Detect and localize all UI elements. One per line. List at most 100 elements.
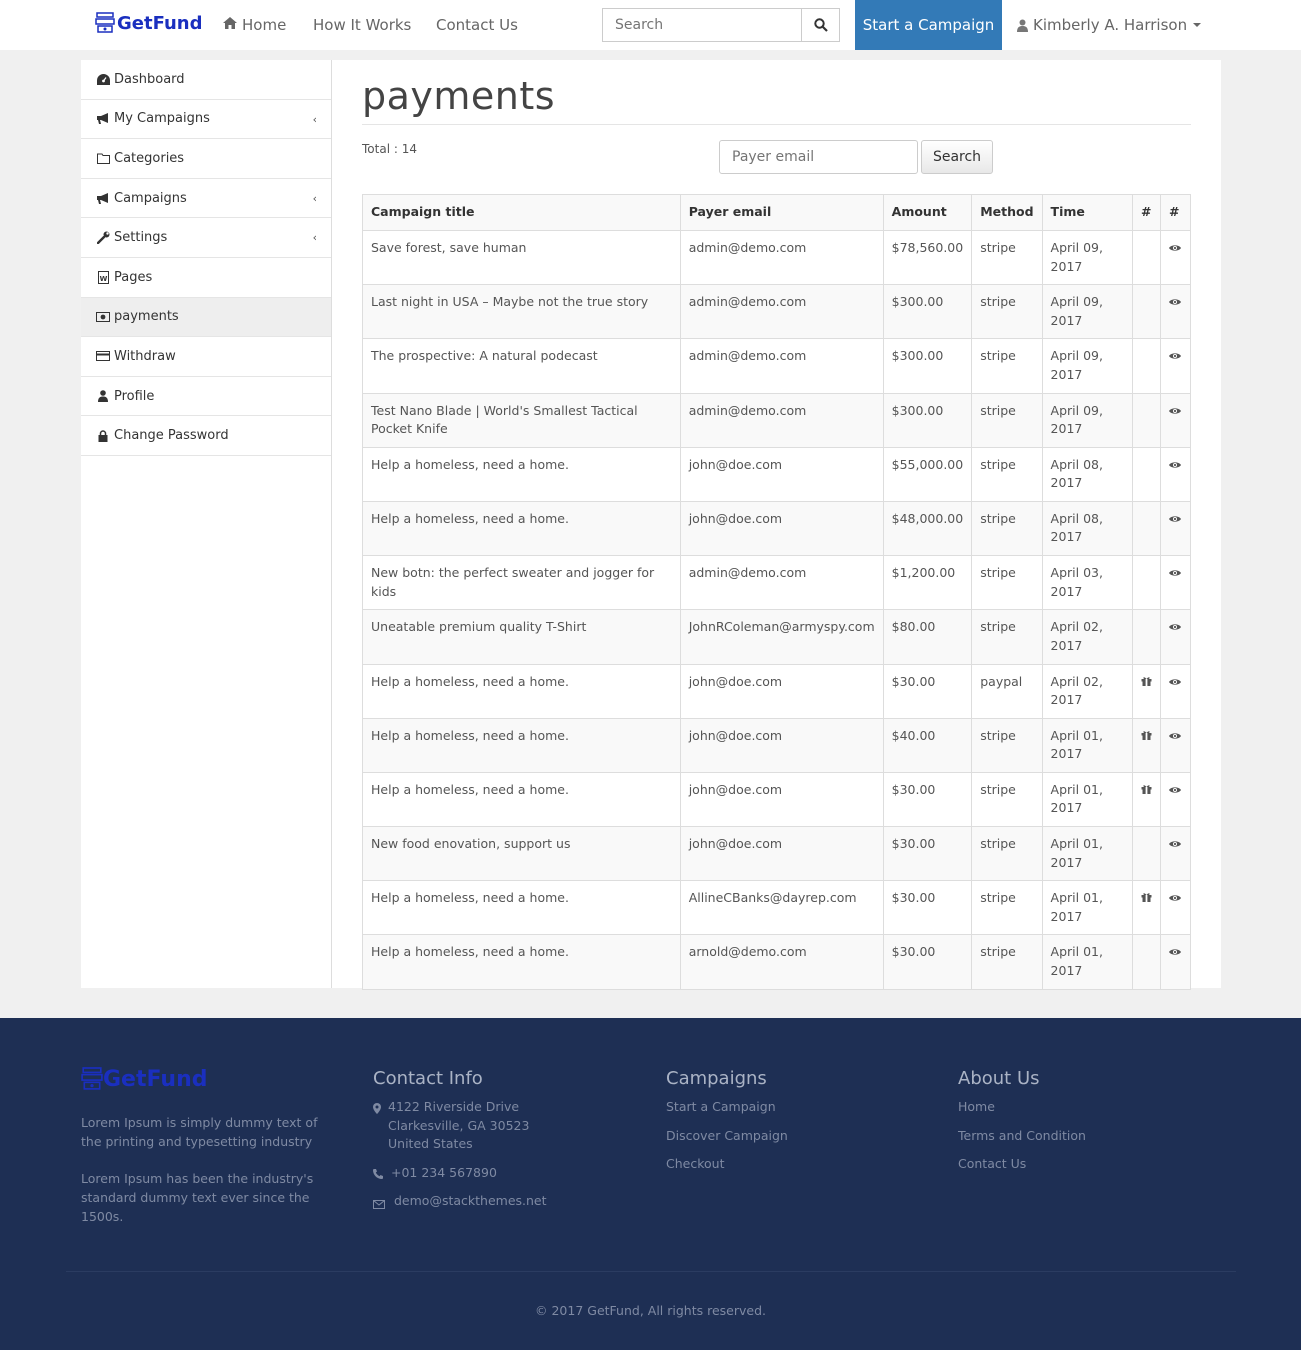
cell-amount: $78,560.00: [882, 229, 973, 286]
table-row: Help a homeless, need a home. john@doe.co…: [362, 717, 1191, 773]
cell-payer-email: admin@demo.com: [679, 338, 884, 394]
search-button[interactable]: [801, 8, 840, 42]
nav-home[interactable]: Home: [223, 16, 286, 34]
eye-icon[interactable]: [1169, 461, 1182, 469]
cell-campaign-title: Help a homeless, need a home.: [362, 934, 681, 990]
cell-reward: [1132, 555, 1162, 611]
cell-reward: [1132, 826, 1162, 882]
cell-time: April 01, 2017: [1041, 826, 1134, 882]
cell-campaign-title: Help a homeless, need a home.: [362, 500, 681, 557]
eye-icon[interactable]: [1169, 786, 1182, 794]
table-row: Help a homeless, need a home. john@doe.co…: [362, 771, 1191, 828]
user-menu[interactable]: Kimberly A. Harrison: [1017, 16, 1202, 34]
footer-about-heading: About Us: [958, 1068, 1040, 1089]
sidebar-item-categories[interactable]: Categories: [81, 139, 331, 179]
sidebar-item-withdraw[interactable]: Withdraw: [81, 337, 331, 377]
phone-icon: [373, 1169, 383, 1182]
sidebar-item-label: Categories: [114, 150, 185, 166]
cell-amount: $48,000.00: [882, 500, 973, 557]
cell-time: April 08, 2017: [1041, 500, 1134, 557]
sidebar-item-dashboard[interactable]: Dashboard: [81, 60, 331, 100]
eye-icon[interactable]: [1169, 298, 1182, 306]
nav-how-it-works-label: How It Works: [313, 16, 412, 34]
brand-logo[interactable]: GetFund: [95, 12, 203, 34]
payer-email-input[interactable]: [719, 140, 918, 174]
cell-view: [1160, 392, 1191, 448]
cell-amount: $30.00: [882, 880, 973, 936]
cell-amount: $300.00: [882, 284, 973, 340]
column-header-hash: #: [1132, 194, 1162, 231]
home-icon: [223, 17, 237, 33]
sidebar-item-profile[interactable]: Profile: [81, 377, 331, 417]
footer-link-checkout[interactable]: Checkout: [666, 1155, 724, 1174]
sidebar-item-label: Dashboard: [114, 71, 185, 87]
sidebar-item-change-password[interactable]: Change Password: [81, 416, 331, 456]
cell-campaign-title: New food enovation, support us: [362, 826, 681, 882]
chevron-left-icon: ‹: [312, 191, 317, 205]
nav-contact-us[interactable]: Contact Us: [436, 16, 518, 34]
eye-icon[interactable]: [1169, 623, 1182, 631]
cell-time: April 09, 2017: [1041, 392, 1134, 448]
eye-icon[interactable]: [1169, 732, 1182, 740]
cell-reward: [1132, 880, 1162, 936]
search-input[interactable]: [602, 8, 801, 42]
eye-icon[interactable]: [1169, 678, 1182, 686]
cell-amount: $30.00: [882, 826, 973, 882]
gift-icon[interactable]: [1141, 892, 1152, 903]
footer-address-line: United States: [388, 1136, 473, 1151]
sidebar-item-campaigns[interactable]: Campaigns ‹: [81, 179, 331, 219]
footer-link-contact-us[interactable]: Contact Us: [958, 1155, 1026, 1174]
sidebar-item-settings[interactable]: Settings ‹: [81, 218, 331, 258]
cell-time: April 02, 2017: [1041, 663, 1134, 719]
divider: [362, 124, 1191, 125]
gift-icon[interactable]: [1141, 730, 1152, 740]
footer-brand-logo[interactable]: GetFund: [81, 1066, 208, 1092]
payer-search-button[interactable]: Search: [921, 140, 993, 174]
cell-campaign-title: Help a homeless, need a home.: [362, 717, 681, 773]
nav-how-it-works[interactable]: How It Works: [313, 16, 411, 34]
footer-link-terms[interactable]: Terms and Condition: [958, 1127, 1086, 1146]
cell-amount: $80.00: [882, 609, 973, 665]
eye-icon[interactable]: [1169, 840, 1182, 848]
cell-payer-email: john@doe.com: [679, 500, 884, 557]
cell-amount: $55,000.00: [882, 446, 973, 502]
footer-link-discover-campaign[interactable]: Discover Campaign: [666, 1127, 788, 1146]
eye-icon[interactable]: [1169, 515, 1182, 523]
cell-method: stripe: [971, 392, 1043, 448]
footer-campaigns-heading: Campaigns: [666, 1068, 767, 1089]
footer-address-line: 4122 Riverside Drive: [388, 1099, 520, 1114]
column-header-hash: #: [1160, 194, 1191, 231]
folder-icon: [96, 153, 110, 164]
footer-link-start-campaign[interactable]: Start a Campaign: [666, 1098, 776, 1117]
gift-icon[interactable]: [1141, 676, 1152, 686]
svg-text:W: W: [99, 275, 107, 283]
cell-time: April 02, 2017: [1041, 609, 1134, 665]
sidebar-item-my-campaigns[interactable]: My Campaigns ‹: [81, 100, 331, 140]
footer: GetFund Lorem Ipsum is simply dummy text…: [0, 1018, 1301, 1350]
eye-icon[interactable]: [1169, 407, 1182, 415]
eye-icon[interactable]: [1169, 894, 1182, 902]
cell-amount: $30.00: [882, 663, 973, 719]
start-campaign-button[interactable]: Start a Campaign: [855, 0, 1002, 50]
cell-campaign-title: Help a homeless, need a home.: [362, 663, 681, 719]
footer-email-link[interactable]: demo@stackthemes.net: [394, 1192, 547, 1211]
footer-brand-name: GetFund: [103, 1066, 208, 1092]
eye-icon[interactable]: [1169, 948, 1182, 956]
eye-icon[interactable]: [1169, 244, 1182, 252]
cell-method: paypal: [971, 663, 1043, 719]
sidebar-item-label: Pages: [114, 269, 153, 285]
eye-icon[interactable]: [1169, 569, 1182, 577]
cell-payer-email: john@doe.com: [679, 771, 884, 828]
sidebar-item-label: Campaigns: [114, 190, 187, 206]
cell-reward: [1132, 934, 1162, 990]
gift-icon[interactable]: [1141, 784, 1152, 794]
cell-method: stripe: [971, 826, 1043, 882]
nav-contact-us-label: Contact Us: [436, 16, 518, 34]
table-row: Help a homeless, need a home. john@doe.co…: [362, 446, 1191, 502]
sidebar-item-pages[interactable]: W Pages: [81, 258, 331, 298]
cell-campaign-title: Save forest, save human: [362, 229, 681, 286]
sidebar-item-payments[interactable]: payments: [81, 297, 331, 338]
cell-time: April 09, 2017: [1041, 284, 1134, 340]
eye-icon[interactable]: [1169, 352, 1182, 360]
footer-link-home[interactable]: Home: [958, 1098, 995, 1117]
